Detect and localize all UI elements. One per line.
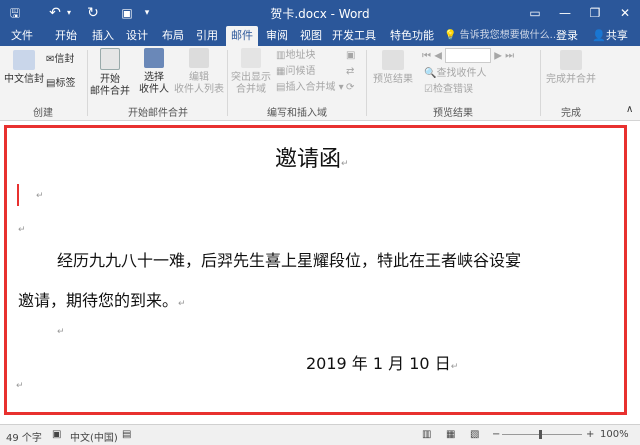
finish-merge-button[interactable]: 完成并合并	[544, 50, 598, 86]
zoom-out-icon[interactable]: −	[492, 429, 500, 440]
greeting-line-button[interactable]: ▦问候语	[276, 66, 315, 78]
cursor-mark	[17, 184, 23, 206]
group-start-merge: 开始邮件合并	[128, 108, 188, 119]
ribbon-mailings: 中文信封 ✉信封 ▤标签 创建 开始 邮件合并 选择 收件人 编辑 收件人列表 …	[0, 46, 640, 121]
update-labels-icon[interactable]: ⟳	[346, 82, 354, 94]
prev-record-icon: ◀	[434, 50, 442, 62]
web-layout-icon[interactable]: ▧	[470, 429, 479, 440]
address-block-button[interactable]: ▥地址块	[276, 50, 315, 62]
status-bar: 49 个字 ▣ 中文(中国) ▤ ▥ ▦ ▧ − + 100%	[0, 424, 640, 445]
paragraph-mark: ↵	[57, 327, 65, 337]
rules-icon[interactable]: ▣	[346, 50, 355, 62]
zoom-in-icon[interactable]: +	[586, 429, 594, 440]
preview-results-button[interactable]: 预览结果	[370, 50, 416, 86]
person-icon: 👤	[592, 29, 606, 42]
paragraph-mark: ↵	[36, 191, 44, 201]
zoom-thumb[interactable]	[539, 430, 542, 439]
last-record-icon: ⏭	[505, 50, 515, 62]
tab-insert[interactable]: 插入	[86, 26, 120, 46]
ribbon-tabs: 文件 开始 插入 设计 布局 引用 邮件 审阅 视图 开发工具 特色功能 💡 告…	[0, 26, 640, 46]
tab-references[interactable]: 引用	[190, 26, 224, 46]
highlight-merge-fields-button[interactable]: 突出显示 合并域	[230, 48, 272, 96]
minimize-icon[interactable]: —	[550, 3, 580, 23]
group-create: 创建	[33, 108, 53, 119]
print-layout-icon[interactable]: ▦	[446, 429, 455, 440]
title-bar: 🖫 ↶ ▾ ↻ ▣ ▾ 贺卡.docx - Word ▭ — ❐ ✕	[0, 0, 640, 26]
share-button[interactable]: 👤共享	[584, 26, 636, 46]
zoom-slider[interactable]	[502, 434, 582, 435]
close-icon[interactable]: ✕	[610, 3, 640, 23]
ribbon-options-icon[interactable]: ▭	[520, 3, 550, 23]
language-indicator[interactable]: 中文(中国)	[70, 429, 118, 444]
record-number-input[interactable]	[445, 48, 492, 63]
first-record-icon: ⏮	[422, 50, 431, 62]
tab-special[interactable]: 特色功能	[384, 26, 440, 46]
paragraph-mark: ↵	[16, 381, 24, 391]
separator	[87, 50, 88, 116]
date-line: 2019 年 1 月 10 日↵	[306, 354, 459, 373]
select-recipients-button[interactable]: 选择 收件人	[134, 48, 174, 96]
zoom-level[interactable]: 100%	[600, 429, 629, 440]
read-mode-icon[interactable]: ▥	[422, 429, 431, 440]
edit-list-icon	[189, 48, 209, 68]
finish-icon	[560, 50, 582, 70]
chinese-envelope-button[interactable]: 中文信封	[4, 50, 44, 86]
edit-recipients-button[interactable]: 编辑 收件人列表	[174, 48, 224, 96]
tell-me-search[interactable]: 💡 告诉我您想要做什么...	[444, 26, 559, 46]
envelope-icon	[13, 50, 35, 70]
record-navigation[interactable]: ⏮ ◀ ▶ ⏭	[422, 48, 514, 63]
body-paragraph-line2: 邀请，期待您的到来。↵	[18, 291, 186, 310]
find-icon: 🔍	[424, 68, 437, 79]
separator	[540, 50, 541, 116]
tab-developer[interactable]: 开发工具	[330, 26, 378, 46]
body-paragraph-line1: 经历九九八十一难，后羿先生喜上星耀段位，特此在王者峡谷设宴	[57, 251, 522, 270]
find-recipient-button[interactable]: 🔍查找收件人	[424, 68, 486, 80]
tab-mailings[interactable]: 邮件	[226, 26, 258, 46]
preview-icon	[382, 50, 404, 70]
document-area[interactable]: 邀请函↵ ↵ ↵ 经历九九八十一难，后羿先生喜上星耀段位，特此在王者峡谷设宴 邀…	[0, 121, 640, 423]
labels-button[interactable]: ▤标签	[46, 78, 75, 90]
paragraph-mark: ↵	[18, 225, 26, 235]
start-merge-button[interactable]: 开始 邮件合并	[90, 48, 130, 98]
separator	[366, 50, 367, 116]
tab-home[interactable]: 开始	[46, 26, 86, 46]
sign-in-link[interactable]: 登录	[552, 26, 582, 46]
group-finish: 完成	[561, 108, 581, 119]
word-count[interactable]: 49 个字	[6, 429, 42, 444]
tab-file[interactable]: 文件	[2, 26, 42, 46]
document-title: 邀请函↵	[275, 147, 349, 172]
tab-review[interactable]: 审阅	[260, 26, 294, 46]
insert-merge-field-button[interactable]: ▤插入合并域 ▾	[276, 82, 344, 94]
maximize-icon[interactable]: ❐	[580, 3, 610, 23]
proofing-icon[interactable]: ▣	[52, 429, 61, 440]
group-preview-results: 预览结果	[433, 108, 473, 119]
highlight-icon	[241, 48, 261, 68]
recipients-icon	[144, 48, 164, 68]
lightbulb-icon: 💡	[444, 30, 457, 41]
next-record-icon: ▶	[494, 50, 502, 62]
group-write-insert: 编写和插入域	[267, 108, 327, 119]
macro-icon[interactable]: ▤	[122, 429, 131, 440]
document-icon	[100, 48, 120, 70]
check-icon: ☑	[424, 84, 433, 95]
envelope-button[interactable]: ✉信封	[46, 54, 74, 66]
tab-layout[interactable]: 布局	[156, 26, 190, 46]
tab-view[interactable]: 视图	[294, 26, 328, 46]
tab-design[interactable]: 设计	[120, 26, 154, 46]
separator	[227, 50, 228, 116]
check-errors-button[interactable]: ☑检查错误	[424, 84, 473, 96]
collapse-ribbon-icon[interactable]: ∧	[626, 104, 633, 116]
match-fields-icon[interactable]: ⇄	[346, 66, 354, 78]
